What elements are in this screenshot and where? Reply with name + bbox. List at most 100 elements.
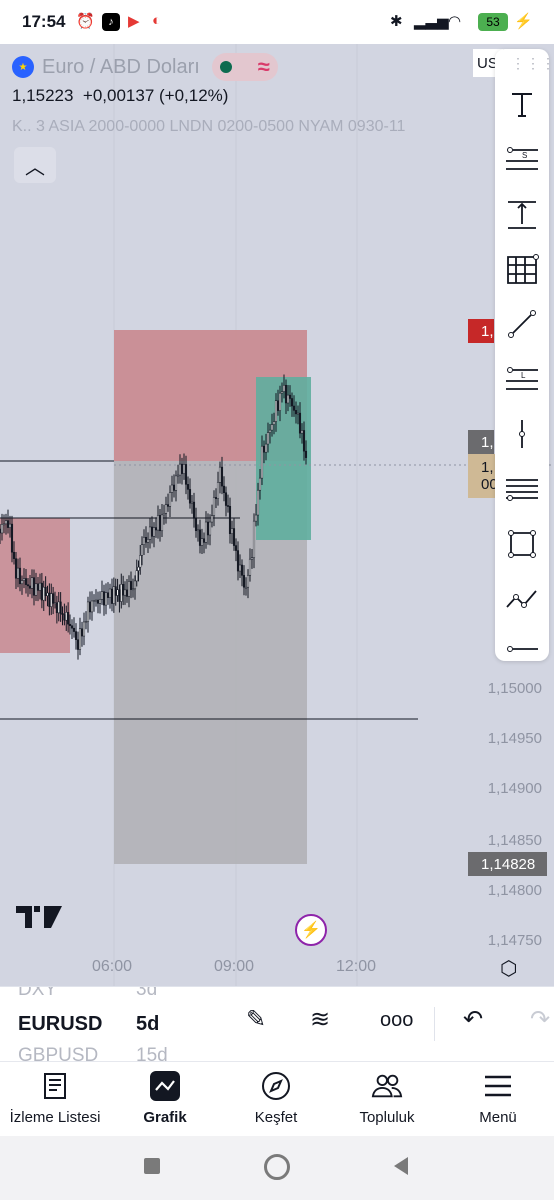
- candle-body: [98, 599, 102, 604]
- line-price-tag[interactable]: 1,: [468, 430, 494, 454]
- battery-icon: 53: [478, 13, 508, 31]
- rectangle-icon: [508, 530, 536, 558]
- nav-label: İzleme Listesi: [9, 1109, 101, 1126]
- signal-icon: ▂▃▅: [414, 13, 449, 30]
- candle-body: [160, 514, 164, 532]
- next-interval[interactable]: 15d: [136, 1045, 168, 1062]
- market-status-pill[interactable]: ≈: [211, 53, 278, 81]
- candle-body: [40, 582, 43, 601]
- candle-body: [174, 475, 178, 491]
- candle-body: [302, 430, 306, 452]
- undo-icon[interactable]: ↶: [463, 1005, 483, 1034]
- candle-body: [278, 392, 282, 411]
- alarm-icon: ⏰: [76, 13, 95, 30]
- chart-settings-icon[interactable]: ⬡: [500, 956, 517, 981]
- candle-body: [282, 384, 286, 392]
- compass-icon: [260, 1070, 292, 1102]
- prev-symbol[interactable]: DXY: [18, 987, 57, 1001]
- next-symbol[interactable]: GBPUSD: [18, 1045, 98, 1062]
- recent-apps-icon[interactable]: [144, 1158, 160, 1174]
- candle-body: [110, 588, 114, 604]
- candle-body: [112, 586, 115, 604]
- status-bar: 17:54 ⏰ ♪ ▶ ◐ ✱ ▂▃▅ ◠ 53 ⚡: [0, 0, 554, 44]
- vertical-marker-button[interactable]: [495, 409, 549, 459]
- grid-tool-button[interactable]: [495, 244, 549, 294]
- candle-body: [208, 521, 212, 536]
- candle-body: [242, 575, 246, 588]
- nav-watchlist[interactable]: İzleme Listesi: [0, 1062, 110, 1136]
- candle-body: [296, 412, 300, 415]
- time-axis-label: 09:00: [214, 958, 255, 975]
- draw-pen-icon[interactable]: ✎: [246, 1005, 266, 1034]
- path-tool-button[interactable]: [495, 574, 549, 624]
- candle-body: [84, 621, 88, 623]
- price-row: 1,15223 +0,00137 (+0,12%): [12, 86, 228, 106]
- collapse-legend-button[interactable]: ︿: [14, 147, 56, 183]
- symbol-name[interactable]: Euro / ABD Doları: [42, 56, 200, 79]
- prev-interval[interactable]: 3d: [136, 987, 157, 1001]
- rectangle-button[interactable]: [495, 519, 549, 569]
- nav-explore[interactable]: Keşfet: [221, 1062, 331, 1136]
- candle-body: [254, 514, 258, 522]
- parallel-lines-button[interactable]: [495, 464, 549, 514]
- candle-body: [46, 592, 49, 596]
- youtube-icon: ▶: [128, 13, 140, 30]
- price-change: +0,00137 (+0,12%): [82, 86, 229, 105]
- time-axis-label: 12:00: [336, 958, 377, 975]
- horizontal-ray-s-icon: S: [506, 147, 538, 170]
- nav-label: Topluluk: [359, 1109, 415, 1126]
- nav-menu[interactable]: Menü: [443, 1062, 553, 1136]
- candle-body: [244, 586, 248, 589]
- chart-canvas[interactable]: [0, 44, 554, 986]
- nav-chart[interactable]: Grafik: [110, 1062, 220, 1136]
- lightning-icon[interactable]: ⚡: [295, 914, 327, 946]
- drag-handle-icon[interactable]: ⋮⋮⋮: [511, 55, 554, 72]
- candle-body: [292, 405, 296, 411]
- alert-price-tag[interactable]: 1,: [468, 319, 494, 343]
- more-icon[interactable]: ooo: [380, 1009, 413, 1032]
- trend-line-button[interactable]: [495, 299, 549, 349]
- horizontal-ray-s-button[interactable]: S: [495, 134, 549, 184]
- candle-body: [290, 398, 294, 407]
- eu-flag-icon: ★: [12, 56, 34, 78]
- chart-area[interactable]: ★ Euro / ABD Doları ≈ 1,15223 +0,00137 (…: [0, 44, 554, 986]
- nav-label: Keşfet: [254, 1109, 298, 1126]
- vertical-line-button[interactable]: [495, 189, 549, 239]
- price-axis-label: 1,15000: [487, 680, 542, 697]
- horizontal-line-l-button[interactable]: L: [495, 354, 549, 404]
- community-icon: [371, 1070, 403, 1102]
- indicators-icon[interactable]: ≋: [310, 1005, 330, 1034]
- candle-body: [16, 567, 20, 579]
- chart-icon: [149, 1070, 181, 1102]
- candle-body: [260, 445, 264, 479]
- candle-body: [82, 621, 86, 637]
- current-price-tag[interactable]: 1,14828: [468, 852, 547, 876]
- home-icon[interactable]: [264, 1154, 290, 1180]
- candle-body: [156, 515, 160, 531]
- back-icon[interactable]: [392, 1156, 410, 1176]
- candle-body: [184, 464, 188, 485]
- candle-body: [61, 613, 64, 615]
- horizontal-ray-button[interactable]: [495, 624, 549, 674]
- tradingview-logo: [16, 906, 62, 928]
- candle-body: [24, 578, 28, 585]
- symbol-interval-strip[interactable]: DXY 3d EURUSD 5d GBPUSD 15d ✎ ≋ ooo ↶ ↷: [0, 986, 554, 1062]
- price-axis-label: 1,14800: [487, 882, 542, 899]
- candle-body: [248, 558, 252, 576]
- parallel-lines-icon: [506, 479, 538, 501]
- candle-body: [59, 601, 62, 614]
- current-interval[interactable]: 5d: [136, 1013, 159, 1036]
- text-tool-button[interactable]: [495, 79, 549, 129]
- candle-body: [164, 504, 168, 514]
- candle-body: [220, 466, 224, 487]
- nav-community[interactable]: Topluluk: [332, 1062, 442, 1136]
- current-symbol[interactable]: EURUSD: [18, 1013, 102, 1036]
- position-price-tag[interactable]: 1, 00: [468, 454, 498, 498]
- redo-icon[interactable]: ↷: [530, 1005, 550, 1034]
- candle-body: [96, 599, 100, 604]
- candle-body: [200, 538, 204, 546]
- price-axis-label: 1,14750: [487, 932, 542, 949]
- sessions-indicator[interactable]: K.. 3 ASIA 2000-0000 LNDN 0200-0500 NYAM…: [12, 118, 405, 136]
- symbol-header[interactable]: ★ Euro / ABD Doları ≈: [12, 52, 278, 82]
- candle-body: [90, 600, 94, 613]
